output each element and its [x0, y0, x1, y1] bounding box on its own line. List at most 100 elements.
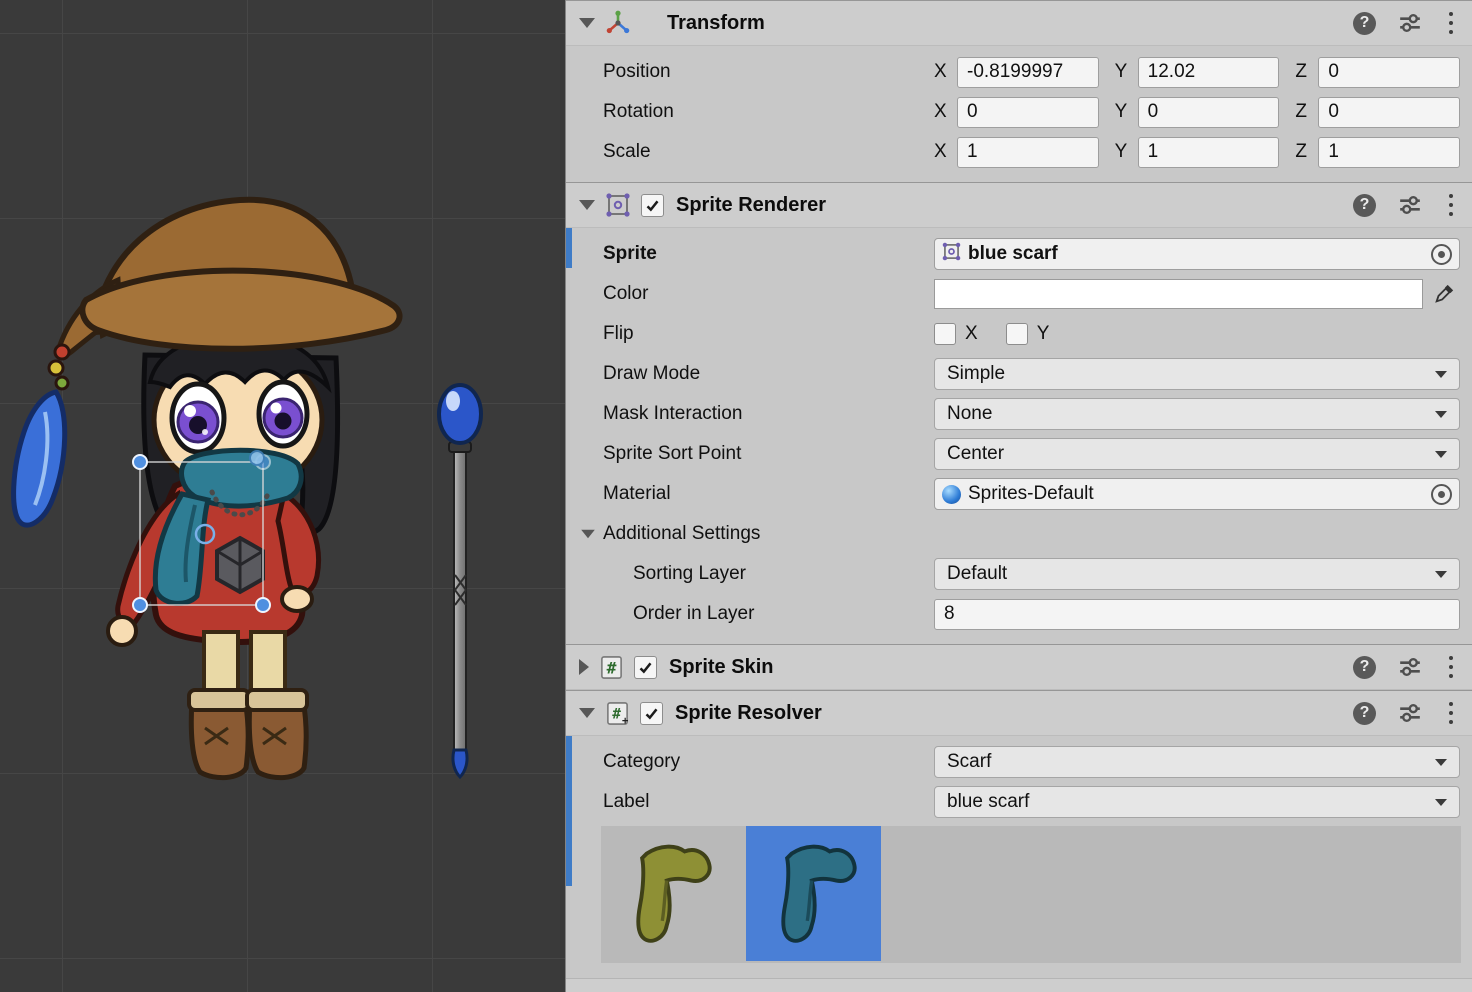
unity-editor: Transform Position X -0.8199997 Y 12.02 …: [0, 0, 1472, 992]
rotation-y-field[interactable]: 0: [1138, 97, 1280, 128]
chevron-down-icon: [1435, 371, 1447, 378]
foldout-open-icon[interactable]: [579, 18, 595, 28]
help-icon[interactable]: [1353, 656, 1376, 679]
sprite-object-field[interactable]: blue scarf: [934, 238, 1460, 270]
color-swatch[interactable]: [934, 279, 1423, 309]
mask-interaction-dropdown[interactable]: None: [934, 398, 1460, 430]
additional-settings-row[interactable]: Additional Settings: [566, 514, 1472, 554]
foldout-open-icon[interactable]: [579, 708, 595, 718]
character-sprite[interactable]: [14, 200, 400, 778]
inspector-panel: Transform Position X -0.8199997 Y 12.02 …: [565, 0, 1472, 992]
axis-z-label: Z: [1295, 141, 1318, 163]
sprite-resolver-script-icon: #+: [605, 701, 630, 726]
category-row: Category Scarf: [566, 742, 1472, 782]
selection-handle: [256, 598, 270, 612]
rotation-x-field[interactable]: 0: [957, 97, 1099, 128]
help-icon[interactable]: [1353, 194, 1376, 217]
object-picker-icon[interactable]: [1431, 244, 1452, 265]
scale-z-field[interactable]: 1: [1318, 137, 1460, 168]
flip-x-checkbox[interactable]: [934, 323, 956, 345]
foldout-closed-icon[interactable]: [579, 659, 589, 675]
thumbnail-blue-scarf[interactable]: [746, 826, 881, 961]
sprite-resolver-body: Category Scarf Label blue scarf: [566, 736, 1472, 973]
sprite-resolver-title: Sprite Resolver: [675, 702, 822, 725]
order-in-layer-row: Order in Layer 8: [566, 594, 1472, 634]
draw-mode-dropdown[interactable]: Simple: [934, 358, 1460, 390]
object-picker-icon[interactable]: [1431, 484, 1452, 505]
position-label: Position: [603, 61, 934, 83]
chevron-down-icon: [1435, 451, 1447, 458]
position-x-field[interactable]: -0.8199997: [957, 57, 1099, 88]
sprite-renderer-title: Sprite Renderer: [676, 194, 826, 217]
sprite-skin-header[interactable]: # Sprite Skin: [566, 644, 1472, 690]
flip-y-label: Y: [1037, 323, 1050, 345]
kebab-menu-icon[interactable]: [1446, 654, 1456, 681]
selection-handle: [133, 598, 147, 612]
sprite-resolver-header[interactable]: #+ Sprite Resolver: [566, 690, 1472, 736]
sorting-layer-dropdown[interactable]: Default: [934, 558, 1460, 590]
material-row: Material Sprites-Default: [566, 474, 1472, 514]
thumbnail-green-scarf[interactable]: [601, 826, 736, 961]
presets-icon[interactable]: [1398, 193, 1422, 217]
staff-sprite[interactable]: [439, 385, 481, 777]
scale-y-field[interactable]: 1: [1138, 137, 1280, 168]
sprite-sort-point-row: Sprite Sort Point Center: [566, 434, 1472, 474]
override-indicator: [566, 228, 572, 268]
flip-y-checkbox[interactable]: [1006, 323, 1028, 345]
sprite-label: Sprite: [603, 243, 934, 265]
draw-mode-label: Draw Mode: [603, 363, 934, 385]
position-z-field[interactable]: 0: [1318, 57, 1460, 88]
order-in-layer-label: Order in Layer: [633, 603, 934, 625]
category-dropdown[interactable]: Scarf: [934, 746, 1460, 778]
component-enabled-checkbox[interactable]: [634, 656, 657, 679]
axis-y-label: Y: [1115, 141, 1138, 163]
bone-handle: [250, 451, 264, 465]
rotation-z-field[interactable]: 0: [1318, 97, 1460, 128]
kebab-menu-icon[interactable]: [1446, 700, 1456, 727]
rotation-label: Rotation: [603, 101, 934, 123]
material-object-value: Sprites-Default: [968, 483, 1094, 505]
kebab-menu-icon[interactable]: [1446, 10, 1456, 37]
scale-x-field[interactable]: 1: [957, 137, 1099, 168]
foldout-open-icon[interactable]: [581, 530, 595, 539]
category-label: Category: [603, 751, 934, 773]
sprite-skin-script-icon: #: [599, 655, 624, 680]
sprite-skin-title: Sprite Skin: [669, 656, 773, 679]
material-object-field[interactable]: Sprites-Default: [934, 478, 1460, 510]
axis-z-label: Z: [1295, 101, 1318, 123]
scene-view[interactable]: [0, 0, 565, 992]
order-in-layer-field[interactable]: 8: [934, 599, 1460, 630]
mask-interaction-row: Mask Interaction None: [566, 394, 1472, 434]
foldout-open-icon[interactable]: [579, 200, 595, 210]
chevron-down-icon: [1435, 411, 1447, 418]
presets-icon[interactable]: [1398, 701, 1422, 725]
help-icon[interactable]: [1353, 702, 1376, 725]
svg-text:+: +: [622, 715, 629, 726]
position-row: Position X -0.8199997 Y 12.02 Z 0: [566, 52, 1472, 92]
position-y-field[interactable]: 12.02: [1138, 57, 1280, 88]
chevron-down-icon: [1435, 759, 1447, 766]
label-label: Label: [603, 791, 934, 813]
scale-label: Scale: [603, 141, 934, 163]
sprite-renderer-header[interactable]: Sprite Renderer: [566, 182, 1472, 228]
presets-icon[interactable]: [1398, 655, 1422, 679]
material-label: Material: [603, 483, 934, 505]
kebab-menu-icon[interactable]: [1446, 192, 1456, 219]
sorting-layer-label: Sorting Layer: [633, 563, 934, 585]
chevron-down-icon: [1435, 799, 1447, 806]
help-icon[interactable]: [1353, 12, 1376, 35]
transform-header[interactable]: Transform: [566, 0, 1472, 46]
mask-interaction-label: Mask Interaction: [603, 403, 934, 425]
svg-text:#: #: [612, 706, 621, 722]
presets-icon[interactable]: [1398, 11, 1422, 35]
axis-x-label: X: [934, 101, 957, 123]
axis-y-label: Y: [1115, 61, 1138, 83]
component-enabled-checkbox[interactable]: [641, 194, 664, 217]
flip-x-label: X: [965, 323, 978, 345]
sprite-sort-point-dropdown[interactable]: Center: [934, 438, 1460, 470]
rotation-row: Rotation X 0 Y 0 Z 0: [566, 92, 1472, 132]
component-enabled-checkbox[interactable]: [640, 702, 663, 725]
eyedropper-icon[interactable]: [1428, 279, 1460, 309]
label-dropdown[interactable]: blue scarf: [934, 786, 1460, 818]
chevron-down-icon: [1435, 571, 1447, 578]
